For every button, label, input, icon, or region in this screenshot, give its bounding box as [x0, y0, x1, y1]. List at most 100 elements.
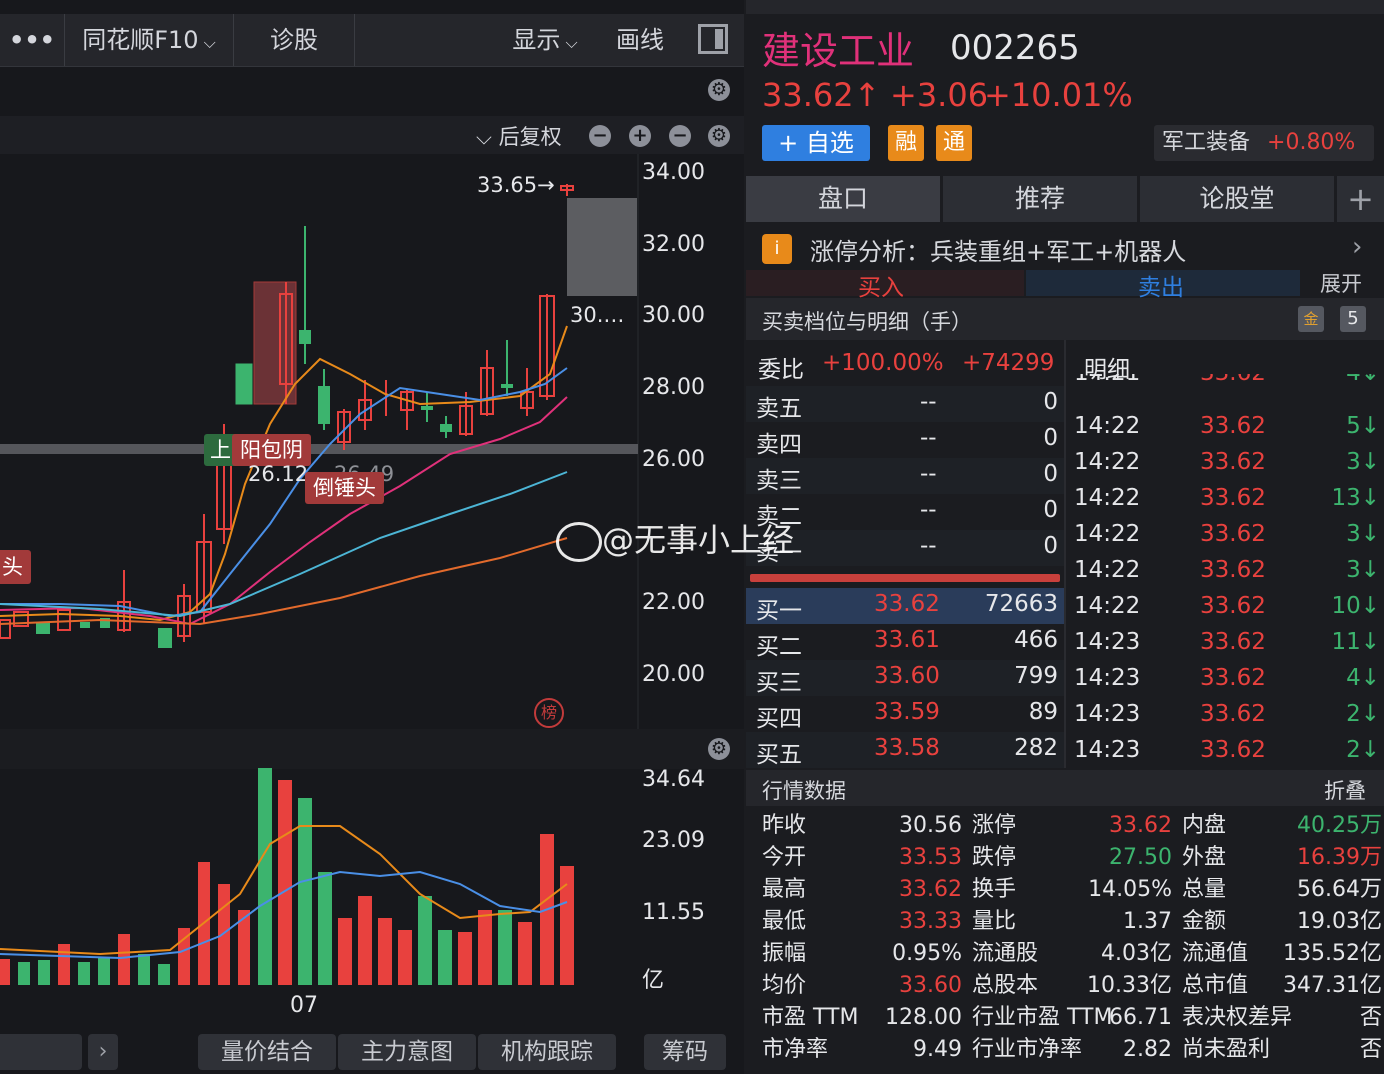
stock-code: 002265 — [950, 28, 1080, 68]
tab-recommend[interactable]: 推荐 — [943, 176, 1137, 222]
limit-analysis-row[interactable]: i 涨停分析：兵装重组+军工+机器人 › — [746, 228, 1384, 268]
tick-row: 14:23 33.62 4↓ — [1068, 662, 1384, 698]
ask-price: -- — [920, 533, 937, 559]
stock-name: 建设工业 — [762, 29, 915, 73]
settings-gear-icon[interactable]: ⚙ — [708, 738, 730, 760]
tick-price: 33.62 — [1200, 413, 1266, 439]
gold-icon[interactable]: 金 — [1298, 306, 1324, 332]
bid-volume: 72663 — [984, 591, 1058, 617]
bid-price: 33.60 — [874, 663, 940, 689]
tick-row: 14:21 33.62 4↓ — [1068, 374, 1384, 392]
tick-price: 33.62 — [1200, 701, 1266, 727]
tick-time: 14:23 — [1074, 629, 1141, 655]
diagnose-button[interactable]: 诊股 — [234, 14, 355, 66]
volume-tick: 11.55 — [642, 900, 705, 925]
plus-icon[interactable]: + — [629, 125, 651, 147]
tick-volume: 11↓ — [1331, 629, 1380, 655]
tick-time: 14:23 — [1074, 701, 1141, 727]
tick-price: 33.62 — [1200, 737, 1266, 763]
tab-orderbook[interactable]: 盘口 — [746, 176, 940, 222]
adjust-selector[interactable]: ⌵ 后复权 — [476, 121, 562, 151]
f10-button[interactable]: 同花顺F10 ⌵ — [65, 14, 234, 66]
bid-row[interactable]: 买一 33.62 72663 — [746, 588, 1064, 624]
price-change-pct: +10.01% — [984, 76, 1133, 114]
tick-price: 33.62 — [1200, 593, 1266, 619]
minus-icon[interactable]: − — [669, 125, 691, 147]
pattern-tag[interactable]: 头 — [0, 550, 31, 584]
tick-time: 14:23 — [1074, 737, 1141, 763]
market-label: 今开 — [762, 845, 807, 870]
tick-time: 14:22 — [1074, 593, 1141, 619]
layout-toggle-icon[interactable] — [698, 24, 728, 54]
pattern-tag[interactable]: 倒锤头 — [305, 472, 384, 504]
chart-toolbar: ••• 同花顺F10 ⌵ 诊股 显示 ⌵ 画线 — [0, 14, 744, 67]
y-tick: 34.00 — [642, 160, 705, 185]
add-tab-plus-icon[interactable]: + — [1337, 176, 1384, 222]
weibo-watermark: @无事小上经 — [556, 518, 794, 562]
market-label: 总市值 — [1182, 973, 1249, 998]
ask-row[interactable]: 卖五 -- 0 — [746, 386, 1064, 422]
orderbook-title: 买卖档位与明细（手） — [762, 310, 972, 334]
market-value: 30.56 — [899, 813, 962, 838]
market-value: 0.95% — [892, 941, 962, 966]
divider — [1064, 340, 1066, 768]
sell-tab[interactable]: 卖出 — [1138, 268, 1184, 302]
tick-time: 14:22 — [1074, 521, 1141, 547]
settings-gear-icon[interactable]: ⚙ — [708, 79, 730, 101]
main-force-button[interactable]: 主力意图 — [338, 1034, 476, 1070]
volume-price-button[interactable]: 量价结合 — [198, 1034, 336, 1070]
bid-price: 33.59 — [874, 699, 940, 725]
sector-chip[interactable]: 军工装备 +0.80% — [1154, 125, 1374, 161]
ma-cyan — [0, 471, 568, 618]
tick-price: 33.62 — [1200, 665, 1266, 691]
f10-label: 同花顺F10 — [82, 26, 199, 54]
level-badge[interactable]: 5 — [1340, 306, 1366, 332]
market-label: 最低 — [762, 909, 807, 934]
tick-price: 33.62 — [1200, 374, 1266, 386]
bid-price: 33.61 — [874, 627, 940, 653]
bid-row[interactable]: 买四 33.59 89 — [746, 696, 1064, 732]
margin-tag[interactable]: 融 — [888, 125, 924, 161]
market-label: 跌停 — [972, 845, 1017, 870]
weibi-diff: +74299 — [962, 350, 1055, 376]
expand-button[interactable]: 展开 — [1320, 268, 1362, 298]
y-tick: 26.00 — [642, 447, 705, 472]
draw-button[interactable]: 画线 — [602, 14, 678, 66]
market-title: 行情数据 — [762, 779, 846, 803]
ask-row[interactable]: 卖三 -- 0 — [746, 458, 1064, 494]
chevron-right-icon[interactable]: › — [88, 1034, 118, 1070]
rank-badge[interactable]: 榜 — [534, 698, 564, 728]
ask-row[interactable]: 卖四 -- 0 — [746, 422, 1064, 458]
chips-button[interactable]: 筹码 — [644, 1034, 726, 1070]
tick-price: 33.62 — [1200, 521, 1266, 547]
weibi-row: 委比 +100.00% +74299 — [746, 340, 1064, 386]
orderbook-header: 买卖档位与明细（手） 金 5 — [746, 298, 1384, 340]
connect-tag[interactable]: 通 — [936, 125, 972, 161]
institution-button[interactable]: 机构跟踪 — [478, 1034, 616, 1070]
chevron-down-icon: ⌵ — [560, 33, 578, 52]
chevron-down-icon: ⌵ — [198, 33, 216, 52]
bid-level-label: 买四 — [756, 706, 802, 732]
bid-row[interactable]: 买五 33.58 282 — [746, 732, 1064, 768]
tick-volume: 2↓ — [1346, 737, 1380, 763]
display-button[interactable]: 显示 ⌵ — [490, 14, 600, 66]
settings-gear-icon[interactable]: ⚙ — [708, 125, 730, 147]
bid-row[interactable]: 买二 33.61 466 — [746, 624, 1064, 660]
y-tick: 32.00 — [642, 232, 705, 257]
support-band — [0, 444, 638, 454]
tick-volume: 3↓ — [1346, 449, 1380, 475]
add-watchlist-button[interactable]: + 自选 — [762, 125, 870, 161]
blurred-button[interactable] — [0, 1034, 82, 1070]
market-label: 均价 — [762, 973, 807, 998]
bid-row[interactable]: 买三 33.60 799 — [746, 660, 1064, 696]
tick-row: 14:22 33.62 10↓ — [1068, 590, 1384, 626]
tab-forum[interactable]: 论股堂 — [1140, 176, 1334, 222]
fold-button[interactable]: 折叠 — [1324, 775, 1366, 805]
more-button[interactable]: ••• — [0, 14, 65, 66]
minus-icon[interactable]: − — [589, 125, 611, 147]
market-value: 1.37 — [1123, 909, 1172, 934]
buy-tab[interactable]: 买入 — [858, 268, 904, 302]
ask-price: -- — [920, 425, 937, 451]
tick-volume: 4↓ — [1346, 374, 1380, 386]
tick-price: 33.62 — [1200, 629, 1266, 655]
